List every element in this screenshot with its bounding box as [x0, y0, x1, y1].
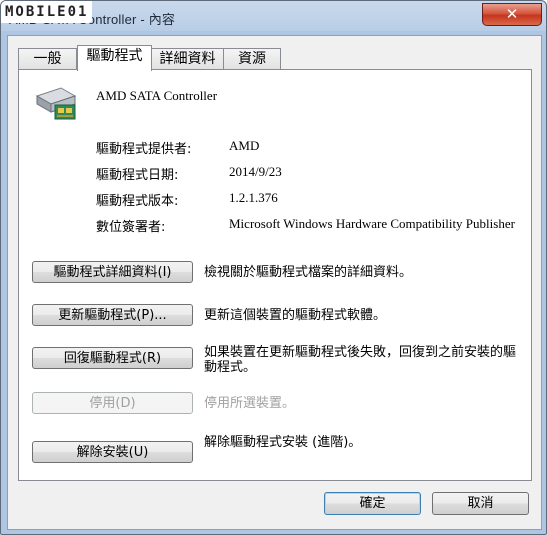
- cancel-button[interactable]: 取消: [432, 492, 529, 515]
- tab-details[interactable]: 詳細資料: [151, 48, 224, 69]
- mobile01-watermark: MOBILE01: [1, 1, 93, 23]
- uninstall-driver-button[interactable]: 解除安裝(U): [32, 441, 193, 463]
- version-label: 驅動程式版本:: [96, 194, 179, 209]
- dialog-client-area: 一般 驅動程式 詳細資料 資源 AMD SATA Controller 驅動程式…: [7, 35, 542, 530]
- provider-label: 驅動程式提供者:: [96, 142, 192, 157]
- tab-general[interactable]: 一般: [18, 48, 77, 69]
- disable-device-desc: 停用所選裝置。: [204, 396, 296, 411]
- driver-details-button[interactable]: 驅動程式詳細資料(I): [32, 261, 193, 283]
- disable-device-button[interactable]: 停用(D): [32, 392, 193, 414]
- rollback-driver-button[interactable]: 回復驅動程式(R): [32, 347, 193, 369]
- driver-details-desc: 檢視關於驅動程式檔案的詳細資料。: [204, 265, 413, 280]
- tab-resources[interactable]: 資源: [223, 48, 281, 69]
- update-driver-button[interactable]: 更新驅動程式(P)...: [32, 304, 193, 326]
- device-name: AMD SATA Controller: [96, 88, 218, 103]
- driver-tab-panel: AMD SATA Controller 驅動程式提供者: AMD 驅動程式日期:…: [18, 69, 532, 481]
- version-value: 1.2.1.376: [229, 190, 278, 205]
- close-button[interactable]: ✕: [482, 3, 542, 26]
- ok-button[interactable]: 確定: [324, 492, 421, 515]
- title-bar[interactable]: AMD SATA Controller - 內容 MOBILE01 ✕: [1, 1, 546, 35]
- sata-controller-icon: [35, 87, 77, 120]
- signer-value: Microsoft Windows Hardware Compatibility…: [229, 216, 515, 231]
- rollback-driver-desc: 如果裝置在更新驅動程式後失敗，回復到之前安裝的驅動程式。: [204, 345, 517, 375]
- date-value: 2014/9/23: [229, 164, 282, 179]
- properties-window: AMD SATA Controller - 內容 MOBILE01 ✕ 一般 驅…: [0, 0, 547, 535]
- uninstall-driver-desc: 解除驅動程式安裝 (進階)。: [204, 435, 362, 450]
- date-label: 驅動程式日期:: [96, 168, 179, 183]
- tab-driver[interactable]: 驅動程式: [77, 45, 152, 71]
- update-driver-desc: 更新這個裝置的驅動程式軟體。: [204, 308, 387, 323]
- provider-value: AMD: [229, 138, 260, 153]
- signer-label: 數位簽署者:: [96, 220, 166, 235]
